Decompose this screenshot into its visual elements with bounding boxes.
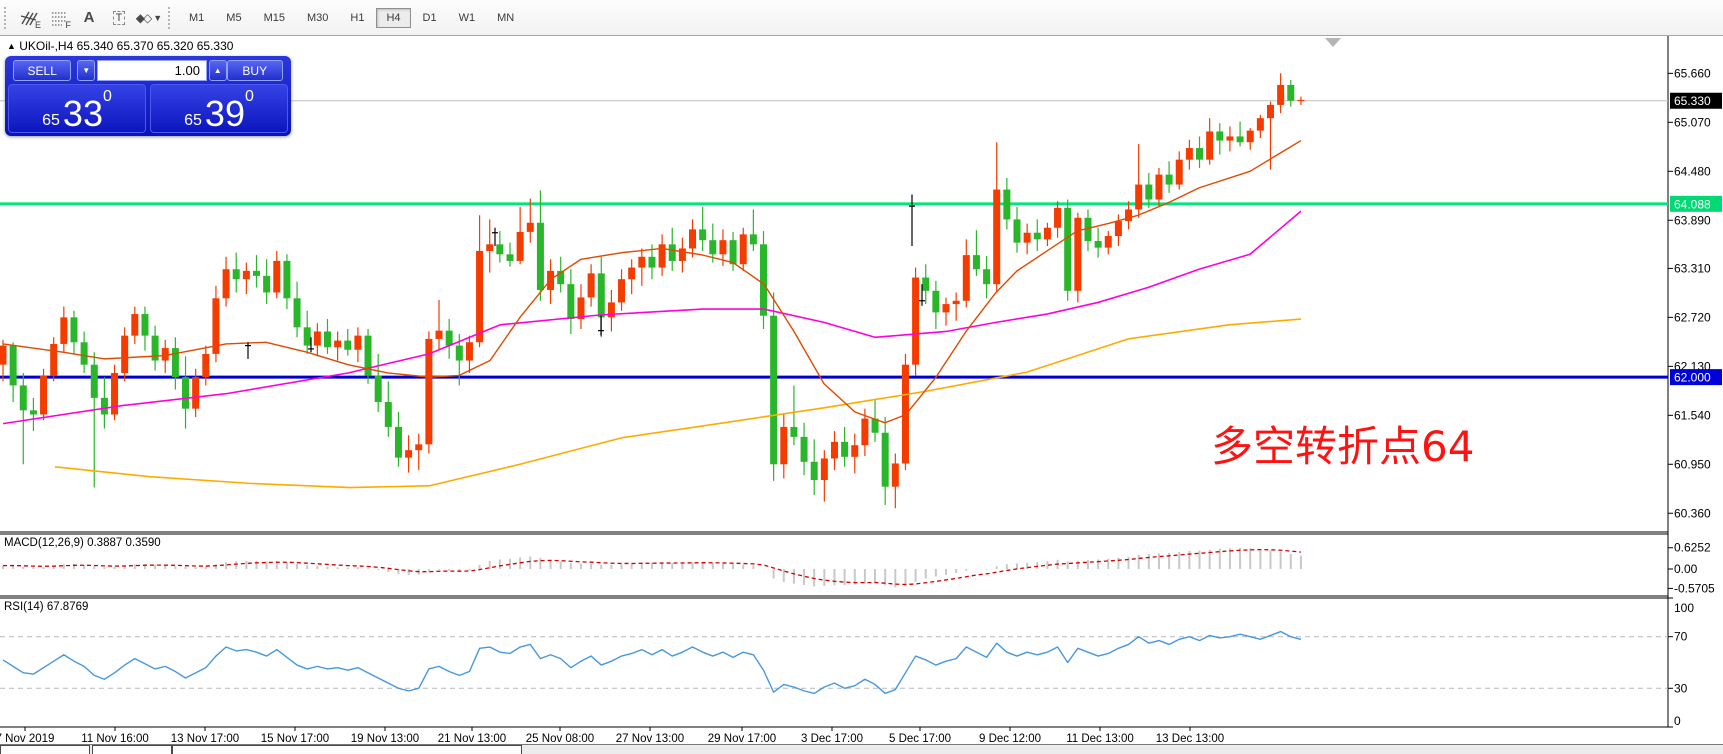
buy-price-display[interactable]: 65 39 0 — [150, 84, 288, 133]
sell-button[interactable]: SELL — [13, 60, 71, 81]
sell-price-display[interactable]: 65 33 0 — [8, 84, 146, 133]
svg-text:62.720: 62.720 — [1674, 310, 1711, 324]
buy-price-pip: 0 — [245, 89, 254, 105]
svg-text:0.00: 0.00 — [1674, 562, 1698, 576]
chart-tabs-strip — [0, 744, 1723, 754]
svg-text:70: 70 — [1674, 630, 1688, 644]
svg-text:60.360: 60.360 — [1674, 506, 1711, 520]
svg-text:63.890: 63.890 — [1674, 213, 1711, 227]
svg-text:61.540: 61.540 — [1674, 408, 1711, 422]
svg-text:63.310: 63.310 — [1674, 261, 1711, 275]
svg-text:65.070: 65.070 — [1674, 115, 1711, 129]
sell-price-pip: 0 — [103, 89, 112, 105]
buy-button[interactable]: BUY — [227, 60, 283, 81]
macd-label: MACD(12,26,9) 0.3887 0.3590 — [4, 537, 161, 549]
sell-price-prefix: 65 — [42, 113, 60, 129]
rsi-label: RSI(14) 67.8769 — [4, 601, 88, 613]
svg-text:65.330: 65.330 — [1674, 94, 1711, 108]
buy-price-prefix: 65 — [184, 113, 202, 129]
svg-text:-0.5705: -0.5705 — [1674, 581, 1715, 595]
ohlc-values: 65.340 65.370 65.320 65.330 — [77, 39, 234, 53]
one-click-trade-panel: SELL ▼ ▲ BUY 65 33 0 65 39 0 — [5, 56, 291, 136]
svg-text:60.950: 60.950 — [1674, 457, 1711, 471]
quote-line: ▲ UKOil-,H4 65.340 65.370 65.320 65.330 — [7, 39, 233, 53]
svg-text:62.000: 62.000 — [1674, 371, 1711, 385]
volume-increase-button[interactable]: ▲ — [209, 60, 227, 81]
buy-price-main: 39 — [205, 99, 245, 129]
svg-text:64.480: 64.480 — [1674, 164, 1711, 178]
chart-tab-stub[interactable] — [172, 745, 522, 754]
chart-tab-stub[interactable] — [0, 745, 90, 754]
chart-annotation-text: 多空转折点64 — [1211, 426, 1474, 468]
symbol-label: UKOil-,H4 — [19, 39, 73, 53]
volume-input[interactable] — [97, 60, 207, 81]
svg-text:100: 100 — [1674, 601, 1694, 615]
svg-text:30: 30 — [1674, 681, 1688, 695]
chart-tab-stub[interactable] — [92, 745, 172, 754]
svg-text:0.6252: 0.6252 — [1674, 541, 1711, 555]
svg-text:64.088: 64.088 — [1674, 197, 1711, 211]
svg-text:65.660: 65.660 — [1674, 66, 1711, 80]
svg-text:0: 0 — [1674, 714, 1681, 728]
volume-decrease-button[interactable]: ▼ — [77, 60, 95, 81]
sell-price-main: 33 — [63, 99, 103, 129]
direction-up-icon: ▲ — [7, 41, 16, 51]
trading-terminal-window: EFAT◆◇▼ M1M5M15M30H1H4D1W1MN ▲ UKOil-,H4… — [0, 0, 1723, 754]
